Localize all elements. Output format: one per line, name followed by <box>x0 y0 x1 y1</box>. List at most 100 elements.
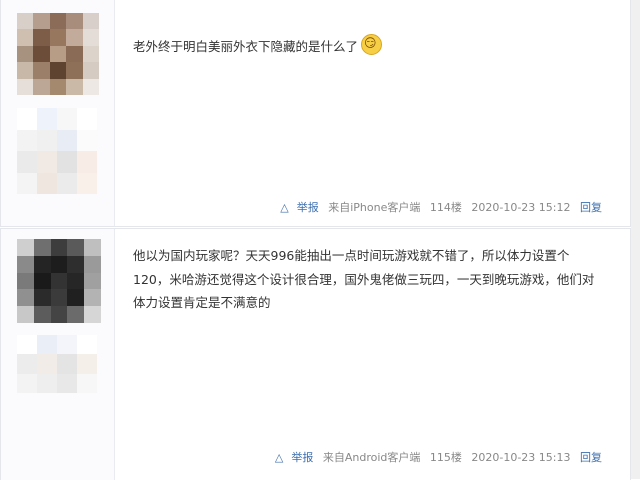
floor-number: 115楼 <box>429 451 462 464</box>
reply-content: 老外终于明白美丽外衣下隐藏的是什么了 😏 <box>133 34 600 59</box>
mosaic-tile <box>49 45 67 63</box>
mosaic-tile <box>49 29 67 46</box>
post-timestamp: 2020-10-23 15:12 <box>471 201 571 214</box>
mosaic-tile <box>33 306 51 323</box>
mosaic-tile <box>37 335 57 355</box>
mosaic-tile <box>67 289 85 307</box>
scrollbar[interactable] <box>631 0 640 479</box>
report-link[interactable]: △ 举报 <box>274 201 318 214</box>
mosaic-tile <box>66 13 83 30</box>
mosaic-tile <box>50 289 68 307</box>
mosaic-tile <box>33 62 50 79</box>
mosaic-tile <box>17 239 34 256</box>
mosaic-tile <box>67 255 85 273</box>
mosaic-tile <box>67 272 85 290</box>
smirk-emoji-icon: 😏 <box>361 34 383 55</box>
mosaic-tile <box>50 306 68 323</box>
mosaic-tile <box>17 306 34 323</box>
reply-post: 老外终于明白美丽外衣下隐藏的是什么了 😏 △ 举报 来自iPhone客户端 114楼… <box>0 0 631 227</box>
user-info-blurred <box>17 335 97 393</box>
mosaic-tile <box>77 108 97 130</box>
mosaic-tile <box>33 13 50 30</box>
mosaic-tile <box>17 335 37 355</box>
reply-meta: △ 举报 来自Android客户端 115楼 2020-10-23 15:13 回… <box>269 449 602 465</box>
mosaic-tile <box>17 78 34 95</box>
mosaic-tile <box>33 239 51 256</box>
reply-list: 老外终于明白美丽外衣下隐藏的是什么了 😏 △ 举报 来自iPhone客户端 114楼… <box>0 0 640 480</box>
mosaic-tile <box>17 13 34 30</box>
mosaic-tile <box>17 354 37 374</box>
mosaic-tile <box>49 78 67 95</box>
mosaic-tile <box>82 45 99 63</box>
mosaic-tile <box>84 306 101 323</box>
mosaic-tile <box>67 239 85 256</box>
mosaic-tile <box>57 129 77 151</box>
reply-meta: △ 举报 来自iPhone客户端 114楼 2020-10-23 15:12 回复 <box>274 199 602 215</box>
mosaic-tile <box>17 151 37 173</box>
mosaic-tile <box>66 78 83 95</box>
mosaic-tile <box>37 373 57 393</box>
mosaic-tile <box>37 151 57 173</box>
mosaic-tile <box>82 78 99 95</box>
user-column <box>1 229 115 480</box>
mosaic-tile <box>33 272 51 290</box>
avatar[interactable] <box>17 239 101 323</box>
avatar[interactable] <box>17 13 99 95</box>
mosaic-tile <box>57 373 77 393</box>
mosaic-tile <box>33 45 50 63</box>
mosaic-tile <box>82 29 99 46</box>
mosaic-tile <box>57 354 77 374</box>
mosaic-tile <box>84 239 101 256</box>
mosaic-tile <box>50 255 68 273</box>
mosaic-tile <box>17 62 34 79</box>
mosaic-tile <box>57 172 77 194</box>
mosaic-tile <box>84 289 101 307</box>
mosaic-tile <box>57 335 77 355</box>
mosaic-tile <box>77 354 97 374</box>
mosaic-tile <box>33 29 50 46</box>
mosaic-tile <box>82 13 99 30</box>
mosaic-tile <box>66 45 83 63</box>
mosaic-tile <box>37 129 57 151</box>
mosaic-tile <box>17 255 34 273</box>
mosaic-tile <box>50 239 68 256</box>
mosaic-tile <box>77 129 97 151</box>
mosaic-tile <box>57 108 77 130</box>
reply-button[interactable]: 回复 <box>580 451 602 464</box>
mosaic-tile <box>82 62 99 79</box>
reply-content: 他以为国内玩家呢？天天996能抽出一点时间玩游戏就不错了，所以体力设置个120，… <box>133 244 600 315</box>
mosaic-tile <box>66 62 83 79</box>
mosaic-tile <box>17 129 37 151</box>
mosaic-tile <box>37 172 57 194</box>
mosaic-tile <box>17 272 34 290</box>
mosaic-tile <box>67 306 85 323</box>
mosaic-tile <box>17 373 37 393</box>
mosaic-tile <box>49 13 67 30</box>
mosaic-tile <box>77 172 97 194</box>
reply-button[interactable]: 回复 <box>580 201 602 214</box>
reply-text: 老外终于明白美丽外衣下隐藏的是什么了 <box>133 39 359 54</box>
mosaic-tile <box>33 255 51 273</box>
mosaic-tile <box>17 45 34 63</box>
mosaic-tile <box>66 29 83 46</box>
user-info-blurred <box>17 108 97 194</box>
reply-post: 他以为国内玩家呢？天天996能抽出一点时间玩游戏就不错了，所以体力设置个120，… <box>0 228 631 480</box>
client-source: 来自iPhone客户端 <box>328 201 421 214</box>
post-timestamp: 2020-10-23 15:13 <box>471 451 571 464</box>
mosaic-tile <box>77 335 97 355</box>
mosaic-tile <box>50 272 68 290</box>
mosaic-tile <box>33 78 50 95</box>
mosaic-tile <box>49 62 67 79</box>
mosaic-tile <box>17 108 37 130</box>
mosaic-tile <box>17 289 34 307</box>
reply-text: 他以为国内玩家呢？天天996能抽出一点时间玩游戏就不错了，所以体力设置个120，… <box>133 248 595 310</box>
mosaic-tile <box>17 29 34 46</box>
floor-number: 114楼 <box>429 201 462 214</box>
mosaic-tile <box>37 108 57 130</box>
client-source: 来自Android客户端 <box>322 451 421 464</box>
report-link[interactable]: △ 举报 <box>269 451 313 464</box>
mosaic-tile <box>84 255 101 273</box>
mosaic-tile <box>77 151 97 173</box>
mosaic-tile <box>37 354 57 374</box>
mosaic-tile <box>17 172 37 194</box>
